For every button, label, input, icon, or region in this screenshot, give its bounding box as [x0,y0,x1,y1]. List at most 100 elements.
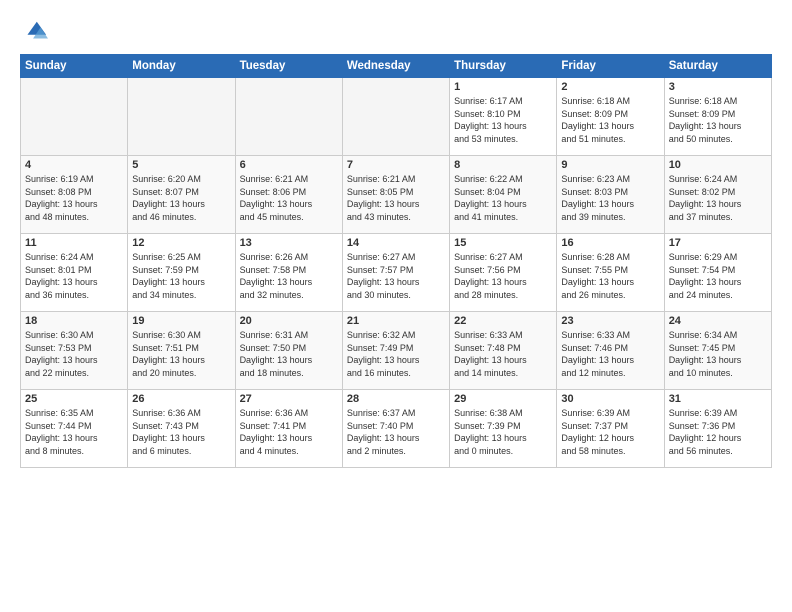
calendar-cell: 21Sunrise: 6:32 AM Sunset: 7:49 PM Dayli… [342,312,449,390]
day-number: 10 [669,159,767,171]
calendar-cell: 24 Sunrise: 6:34 AM Sunset: 7:45 PM Dayli… [664,312,771,390]
calendar-cell: 8 Sunrise: 6:22 AM Sunset: 8:04 PM Daylig… [450,156,557,234]
day-number: 11 [25,237,123,249]
calendar-cell: 7 Sunrise: 6:21 AM Sunset: 8:05 PM Daylig… [342,156,449,234]
calendar-cell: 17 Sunrise: 6:29 AM Sunset: 7:54 PM Dayli… [664,234,771,312]
cell-info: Sunrise: 6:24 AM Sunset: 8:02 PM Dayligh… [669,173,767,223]
calendar-cell [21,78,128,156]
calendar-cell: 29 Sunrise: 6:38 AM Sunset: 7:39 PM Dayli… [450,390,557,468]
day-number: 3 [669,81,767,93]
day-number: 15 [454,237,552,249]
cell-info: Sunrise: 6:33 AM Sunset: 7:48 PM Dayligh… [454,329,552,379]
calendar-cell: 25 Sunrise: 6:35 AM Sunset: 7:44 PM Dayli… [21,390,128,468]
day-number: 19 [132,315,230,327]
weekday-sunday: Sunday [21,55,128,78]
cell-info: Sunrise: 6:27 AM Sunset: 7:56 PM Dayligh… [454,251,552,301]
cell-info: Sunrise: 6:23 AM Sunset: 8:03 PM Dayligh… [561,173,659,223]
cell-info: Sunrise: 6:29 AM Sunset: 7:54 PM Dayligh… [669,251,767,301]
calendar-cell: 9 Sunrise: 6:23 AM Sunset: 8:03 PM Daylig… [557,156,664,234]
calendar-cell: 18 Sunrise: 6:30 AM Sunset: 7:53 PM Dayli… [21,312,128,390]
day-number: 5 [132,159,230,171]
calendar-cell: 22 Sunrise: 6:33 AM Sunset: 7:48 PM Dayli… [450,312,557,390]
day-number: 13 [240,237,338,249]
day-number: 31 [669,393,767,405]
calendar-cell: 19 Sunrise: 6:30 AM Sunset: 7:51 PM Dayli… [128,312,235,390]
calendar-row-3: 11Sunrise: 6:24 AM Sunset: 8:01 PM Dayli… [21,234,772,312]
day-number: 6 [240,159,338,171]
day-number: 8 [454,159,552,171]
cell-info: Sunrise: 6:17 AM Sunset: 8:10 PM Dayligh… [454,95,552,145]
cell-info: Sunrise: 6:39 AM Sunset: 7:36 PM Dayligh… [669,407,767,457]
calendar: SundayMondayTuesdayWednesdayThursdayFrid… [20,54,772,468]
cell-info: Sunrise: 6:28 AM Sunset: 7:55 PM Dayligh… [561,251,659,301]
day-number: 17 [669,237,767,249]
calendar-cell: 20 Sunrise: 6:31 AM Sunset: 7:50 PM Dayli… [235,312,342,390]
calendar-cell: 30Sunrise: 6:39 AM Sunset: 7:37 PM Dayli… [557,390,664,468]
cell-info: Sunrise: 6:30 AM Sunset: 7:53 PM Dayligh… [25,329,123,379]
cell-info: Sunrise: 6:33 AM Sunset: 7:46 PM Dayligh… [561,329,659,379]
day-number: 1 [454,81,552,93]
calendar-cell: 3 Sunrise: 6:18 AM Sunset: 8:09 PM Daylig… [664,78,771,156]
cell-info: Sunrise: 6:19 AM Sunset: 8:08 PM Dayligh… [25,173,123,223]
cell-info: Sunrise: 6:37 AM Sunset: 7:40 PM Dayligh… [347,407,445,457]
cell-info: Sunrise: 6:30 AM Sunset: 7:51 PM Dayligh… [132,329,230,379]
day-number: 20 [240,315,338,327]
header [20,18,772,46]
weekday-header-row: SundayMondayTuesdayWednesdayThursdayFrid… [21,55,772,78]
day-number: 27 [240,393,338,405]
weekday-tuesday: Tuesday [235,55,342,78]
day-number: 24 [669,315,767,327]
calendar-cell: 16Sunrise: 6:28 AM Sunset: 7:55 PM Dayli… [557,234,664,312]
day-number: 14 [347,237,445,249]
logo [20,18,52,46]
calendar-cell: 13 Sunrise: 6:26 AM Sunset: 7:58 PM Dayli… [235,234,342,312]
calendar-cell: 14 Sunrise: 6:27 AM Sunset: 7:57 PM Dayli… [342,234,449,312]
page: SundayMondayTuesdayWednesdayThursdayFrid… [0,0,792,612]
cell-info: Sunrise: 6:20 AM Sunset: 8:07 PM Dayligh… [132,173,230,223]
day-number: 9 [561,159,659,171]
weekday-thursday: Thursday [450,55,557,78]
day-number: 26 [132,393,230,405]
calendar-cell: 26Sunrise: 6:36 AM Sunset: 7:43 PM Dayli… [128,390,235,468]
day-number: 2 [561,81,659,93]
calendar-cell: 23 Sunrise: 6:33 AM Sunset: 7:46 PM Dayli… [557,312,664,390]
cell-info: Sunrise: 6:31 AM Sunset: 7:50 PM Dayligh… [240,329,338,379]
day-number: 4 [25,159,123,171]
calendar-cell [342,78,449,156]
cell-info: Sunrise: 6:38 AM Sunset: 7:39 PM Dayligh… [454,407,552,457]
weekday-saturday: Saturday [664,55,771,78]
calendar-row-2: 4 Sunrise: 6:19 AM Sunset: 8:08 PM Daylig… [21,156,772,234]
cell-info: Sunrise: 6:39 AM Sunset: 7:37 PM Dayligh… [561,407,659,457]
day-number: 28 [347,393,445,405]
calendar-cell: 27 Sunrise: 6:36 AM Sunset: 7:41 PM Dayli… [235,390,342,468]
cell-info: Sunrise: 6:22 AM Sunset: 8:04 PM Dayligh… [454,173,552,223]
cell-info: Sunrise: 6:18 AM Sunset: 8:09 PM Dayligh… [669,95,767,145]
calendar-cell: 12 Sunrise: 6:25 AM Sunset: 7:59 PM Dayli… [128,234,235,312]
cell-info: Sunrise: 6:35 AM Sunset: 7:44 PM Dayligh… [25,407,123,457]
cell-info: Sunrise: 6:21 AM Sunset: 8:06 PM Dayligh… [240,173,338,223]
day-number: 18 [25,315,123,327]
day-number: 22 [454,315,552,327]
cell-info: Sunrise: 6:34 AM Sunset: 7:45 PM Dayligh… [669,329,767,379]
cell-info: Sunrise: 6:32 AM Sunset: 7:49 PM Dayligh… [347,329,445,379]
cell-info: Sunrise: 6:36 AM Sunset: 7:41 PM Dayligh… [240,407,338,457]
day-number: 23 [561,315,659,327]
cell-info: Sunrise: 6:21 AM Sunset: 8:05 PM Dayligh… [347,173,445,223]
day-number: 12 [132,237,230,249]
calendar-cell: 28 Sunrise: 6:37 AM Sunset: 7:40 PM Dayli… [342,390,449,468]
day-number: 29 [454,393,552,405]
day-number: 25 [25,393,123,405]
calendar-cell: 4 Sunrise: 6:19 AM Sunset: 8:08 PM Daylig… [21,156,128,234]
calendar-cell: 15 Sunrise: 6:27 AM Sunset: 7:56 PM Dayli… [450,234,557,312]
calendar-cell: 10 Sunrise: 6:24 AM Sunset: 8:02 PM Dayli… [664,156,771,234]
cell-info: Sunrise: 6:25 AM Sunset: 7:59 PM Dayligh… [132,251,230,301]
cell-info: Sunrise: 6:18 AM Sunset: 8:09 PM Dayligh… [561,95,659,145]
calendar-cell: 11Sunrise: 6:24 AM Sunset: 8:01 PM Dayli… [21,234,128,312]
calendar-cell: 5 Sunrise: 6:20 AM Sunset: 8:07 PM Daylig… [128,156,235,234]
day-number: 7 [347,159,445,171]
calendar-cell: 31 Sunrise: 6:39 AM Sunset: 7:36 PM Dayli… [664,390,771,468]
cell-info: Sunrise: 6:26 AM Sunset: 7:58 PM Dayligh… [240,251,338,301]
calendar-cell [128,78,235,156]
cell-info: Sunrise: 6:27 AM Sunset: 7:57 PM Dayligh… [347,251,445,301]
calendar-row-4: 18 Sunrise: 6:30 AM Sunset: 7:53 PM Dayli… [21,312,772,390]
